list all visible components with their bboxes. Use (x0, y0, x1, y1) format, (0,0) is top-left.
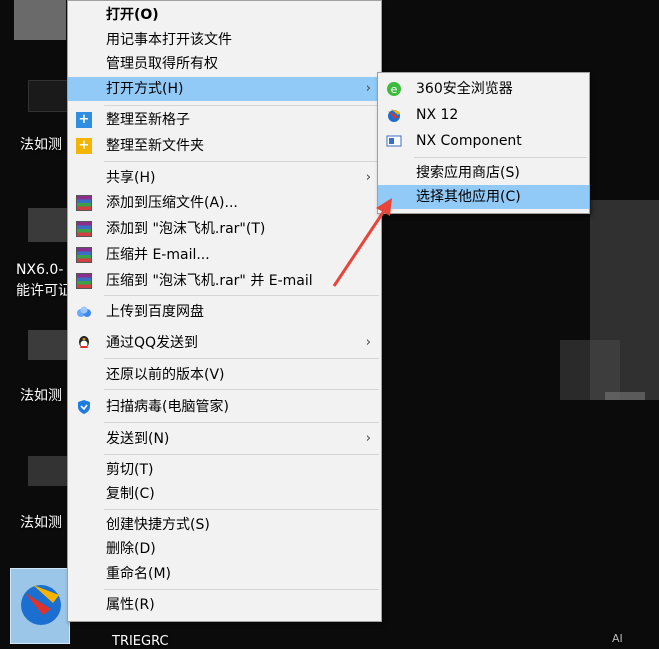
360-browser-icon: e (387, 82, 401, 96)
qq-icon (79, 336, 89, 348)
desktop-icon-label: 法如测 (20, 515, 62, 531)
winrar-icon (76, 195, 92, 211)
nx-file-icon (21, 585, 61, 625)
open-with-submenu: e 360安全浏览器 NX 12 NX Component 搜索应用商店(S) … (377, 72, 590, 214)
winrar-icon (76, 221, 92, 237)
submenu-item-nx12[interactable]: NX 12 (378, 103, 589, 127)
desktop-icon-label: TRIEGRC (112, 634, 169, 649)
desktop-icon-label: NX6.0- (16, 262, 64, 278)
annotation-arrow (332, 198, 392, 287)
tencent-pc-manager-icon (78, 400, 90, 414)
submenu-item-search-store[interactable]: 搜索应用商店(S) (378, 161, 589, 185)
menu-item-open-with[interactable]: 打开方式(H) › (68, 77, 381, 101)
blurred-corner-icon (14, 0, 66, 40)
menu-item-send-to[interactable]: 发送到(N) › (68, 427, 381, 451)
desktop-icon-4[interactable] (28, 456, 68, 496)
menu-separator (104, 454, 379, 455)
chevron-right-icon: › (365, 170, 371, 185)
menu-separator (414, 157, 587, 158)
menu-item-take-ownership[interactable]: 管理员取得所有权 (68, 52, 381, 76)
desktop-icon-2[interactable] (28, 208, 68, 248)
menu-separator (104, 358, 379, 359)
desktop-icon-1[interactable] (28, 80, 70, 120)
menu-item-cut[interactable]: 剪切(T) (68, 458, 381, 482)
selected-file-icon[interactable] (10, 568, 70, 644)
menu-item-create-shortcut[interactable]: 创建快捷方式(S) (68, 513, 381, 537)
menu-item-delete[interactable]: 删除(D) (68, 537, 381, 561)
svg-text:e: e (391, 83, 398, 96)
menu-item-upload-baidu[interactable]: 上传到百度网盘 (68, 300, 381, 324)
menu-item-copy[interactable]: 复制(C) (68, 482, 381, 506)
menu-separator (104, 509, 379, 510)
menu-separator (104, 589, 379, 590)
desktop-icon-label: 法如测 (20, 388, 62, 404)
menu-item-properties[interactable]: 属性(R) (68, 593, 381, 617)
menu-separator (104, 422, 379, 423)
add-folder-icon: + (76, 138, 92, 154)
menu-item-open-notepad[interactable]: 用记事本打开该文件 (68, 28, 381, 52)
desktop-icon-label: 法如测 (20, 137, 62, 153)
submenu-item-nx-component[interactable]: NX Component (378, 129, 589, 153)
menu-separator (104, 161, 379, 162)
submenu-item-choose-other-app[interactable]: 选择其他应用(C) (378, 185, 589, 209)
chevron-right-icon: › (365, 335, 371, 350)
background-glyph-2 (560, 340, 620, 400)
menu-item-send-qq[interactable]: 通过QQ发送到 › (68, 331, 381, 355)
menu-item-share[interactable]: 共享(H) › (68, 166, 381, 190)
desktop-icon-3[interactable] (28, 330, 68, 370)
menu-item-organize-grid[interactable]: + 整理至新格子 (68, 108, 381, 132)
watermark: AI (612, 632, 623, 645)
blurred-icon (605, 392, 645, 400)
menu-separator (104, 105, 379, 106)
menu-separator (104, 389, 379, 390)
chevron-right-icon: › (365, 431, 371, 446)
desktop-icon-label: 能许可证 (16, 283, 72, 299)
winrar-icon (76, 247, 92, 263)
menu-item-rename[interactable]: 重命名(M) (68, 562, 381, 586)
menu-item-restore-versions[interactable]: 还原以前的版本(V) (68, 363, 381, 387)
winrar-icon (76, 273, 92, 289)
context-menu: 打开(O) 用记事本打开该文件 管理员取得所有权 打开方式(H) › + 整理至新… (67, 0, 382, 622)
nx-icon (388, 109, 400, 122)
menu-item-open[interactable]: 打开(O) (68, 3, 381, 27)
chevron-right-icon: › (365, 81, 371, 96)
submenu-item-360-browser[interactable]: e 360安全浏览器 (378, 77, 589, 101)
add-grid-icon: + (76, 112, 92, 128)
nx-component-icon (386, 135, 402, 147)
baidu-cloud-icon (77, 306, 91, 317)
menu-item-virus-scan[interactable]: 扫描病毒(电脑管家) (68, 395, 381, 419)
menu-item-organize-folder[interactable]: + 整理至新文件夹 (68, 134, 381, 158)
